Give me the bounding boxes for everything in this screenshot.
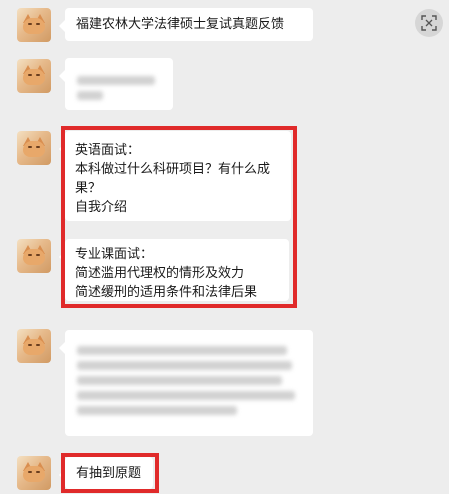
message-bubble-blurred[interactable]	[59, 58, 173, 110]
blurred-text	[77, 91, 103, 100]
blurred-text	[77, 346, 287, 355]
scan-icon-glyph	[421, 15, 437, 31]
avatar[interactable]	[17, 59, 51, 93]
avatar[interactable]	[17, 8, 51, 42]
highlight-box	[61, 453, 159, 493]
screenshot-scan-icon[interactable]	[415, 9, 443, 37]
avatar[interactable]	[17, 456, 51, 490]
highlight-box	[61, 126, 297, 308]
blurred-text	[77, 391, 295, 400]
message-text: 福建农林大学法律硕士复试真题反馈	[76, 17, 285, 32]
avatar[interactable]	[17, 239, 51, 273]
blurred-text	[77, 76, 155, 85]
avatar[interactable]	[17, 329, 51, 363]
blurred-text	[77, 406, 237, 415]
message-bubble[interactable]: 福建农林大学法律硕士复试真题反馈	[59, 8, 313, 41]
blurred-text	[77, 361, 292, 370]
message-bubble-blurred[interactable]	[59, 330, 313, 436]
avatar[interactable]	[17, 131, 51, 165]
blurred-text	[77, 376, 282, 385]
